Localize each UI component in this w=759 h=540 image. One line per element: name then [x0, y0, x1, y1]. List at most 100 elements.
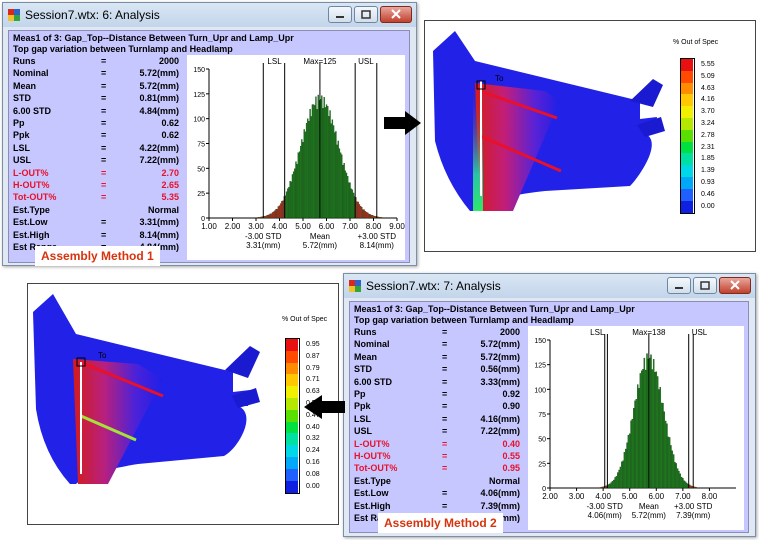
histogram-bar — [618, 469, 620, 489]
histogram-bar — [359, 205, 362, 219]
legend-frame — [285, 338, 300, 495]
usl-label: USL — [358, 57, 374, 66]
histogram-bar — [617, 472, 619, 489]
histogram-bar — [257, 217, 260, 219]
histogram-bar — [659, 387, 662, 489]
legend-value: 0.24 — [306, 447, 320, 455]
histogram-bar — [336, 144, 338, 219]
close-button[interactable] — [380, 6, 412, 23]
histogram-bar — [344, 170, 346, 219]
stat-equals: = — [442, 438, 448, 449]
histogram-bar — [638, 388, 640, 489]
histogram-bar — [296, 164, 298, 219]
close-button[interactable] — [719, 277, 751, 294]
histogram-bar — [337, 140, 339, 219]
histogram-bar — [321, 95, 323, 219]
histogram-bar — [369, 214, 371, 219]
histogram-bar — [644, 369, 647, 489]
histogram-bar — [637, 384, 639, 489]
histogram-bar — [324, 107, 327, 219]
histogram-bar — [678, 470, 680, 489]
histogram-bar — [312, 104, 315, 219]
histogram-bar — [352, 192, 355, 219]
stat-equals: = — [101, 155, 107, 166]
histogram-bar — [339, 152, 342, 219]
restore-icon — [361, 10, 371, 19]
measurement-description: Top gap variation between Turnlamp and H… — [13, 44, 233, 54]
stat-label: STD — [13, 93, 31, 104]
histogram-bar — [666, 423, 668, 489]
histogram-bar — [363, 209, 365, 219]
legend-value: 0.00 — [306, 482, 320, 490]
stat-label: Pp — [13, 118, 25, 128]
histogram-bar — [327, 106, 329, 219]
histogram-bar — [622, 460, 624, 489]
histogram-bar — [365, 211, 368, 219]
stat-label: Pp — [354, 389, 366, 399]
stat-value: 0.62 — [161, 118, 179, 128]
legend-value: 0.32 — [306, 435, 320, 443]
histogram-bar — [328, 116, 330, 219]
histogram-bar — [290, 181, 292, 219]
histogram-bar — [640, 370, 643, 489]
stat-equals: = — [442, 389, 448, 399]
histogram-bar — [683, 480, 685, 489]
histogram-bar — [302, 142, 304, 219]
histogram-bar — [684, 481, 687, 489]
histogram-bar — [658, 389, 660, 489]
stat-label: USL — [354, 426, 372, 437]
histogram-bar — [338, 148, 341, 219]
stat-value: 2000 — [499, 327, 520, 337]
minimize-button[interactable] — [328, 6, 352, 23]
max-label: Max=138 — [632, 328, 666, 337]
legend-value: 0.71 — [306, 376, 320, 384]
histogram-bar — [668, 437, 671, 489]
histogram-bar — [674, 461, 676, 489]
y-tick-label: 50 — [538, 437, 546, 444]
stat-value: 0.40 — [502, 438, 520, 449]
histogram-bar — [602, 486, 604, 489]
legend-value: 0.16 — [306, 459, 320, 466]
stat-value: 0.55 — [502, 451, 520, 461]
stat-equals: = — [101, 118, 107, 128]
histogram-bar — [331, 119, 334, 219]
histogram-bar — [691, 485, 693, 489]
histogram-bar — [314, 105, 316, 219]
stat-equals: = — [442, 413, 448, 424]
stat-label: H-OUT% — [13, 180, 50, 190]
legend-value: 3.70 — [701, 108, 715, 116]
histogram-bar — [601, 486, 603, 489]
legend-value: 0.95 — [306, 341, 320, 348]
histogram-bar — [291, 174, 294, 219]
histogram-bar — [660, 402, 663, 489]
histogram-bar — [351, 189, 354, 219]
histogram-bar — [679, 473, 681, 489]
histogram-bar — [690, 485, 692, 489]
histogram-bar — [348, 182, 350, 219]
minimize-button[interactable] — [667, 277, 691, 294]
window-titlebar[interactable]: Session7.wtx: 6: Analysis — [3, 3, 416, 27]
stat-equals: = — [442, 351, 448, 362]
y-tick-label: 25 — [538, 461, 546, 468]
histogram-bar — [277, 206, 280, 219]
histogram-bar — [278, 205, 281, 219]
maximize-button[interactable] — [354, 6, 378, 23]
legend-value: 5.55 — [701, 61, 715, 68]
minimize-icon — [336, 16, 344, 18]
window-titlebar[interactable]: Session7.wtx: 7: Analysis — [344, 274, 755, 298]
stat-label: Est.High — [354, 500, 391, 511]
stat-value: 3.31(mm) — [139, 217, 179, 228]
histogram-bar — [347, 176, 349, 219]
mean-value: 5.72(mm) — [303, 241, 338, 250]
histogram-bar — [258, 217, 261, 219]
app-icon — [349, 280, 361, 292]
histogram-bar — [623, 452, 626, 489]
arrow-right-icon — [384, 111, 421, 135]
histogram-bar — [664, 420, 667, 489]
histogram-bar — [356, 201, 358, 219]
histogram-bar — [268, 214, 270, 219]
maximize-button[interactable] — [693, 277, 717, 294]
histogram-bar — [334, 132, 336, 219]
app-icon — [8, 9, 20, 21]
stat-label: Mean — [354, 351, 378, 362]
